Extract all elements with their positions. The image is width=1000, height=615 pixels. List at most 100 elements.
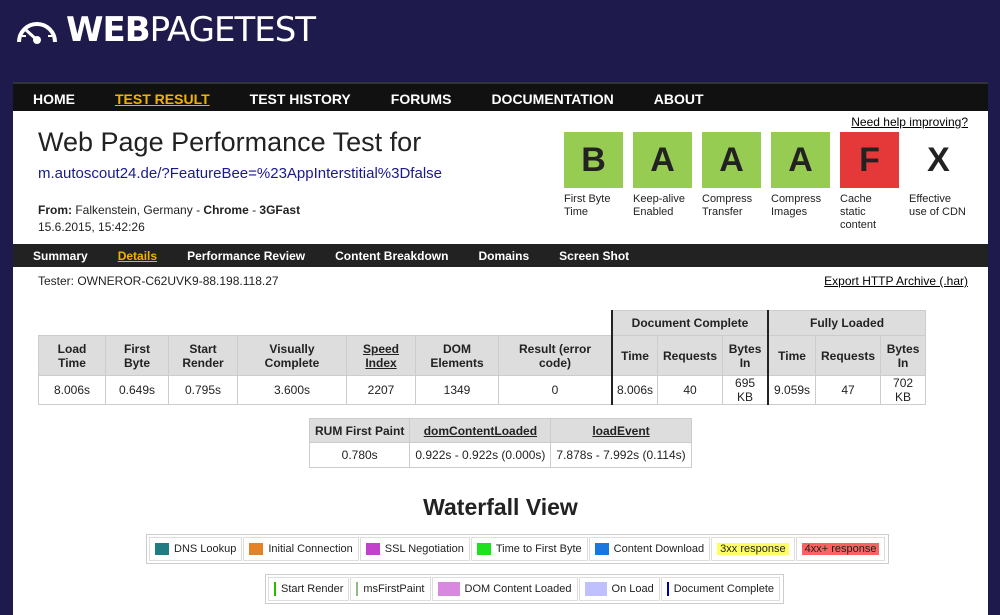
dom-elements-value: 1349 — [415, 375, 499, 405]
legend-label: Time to First Byte — [495, 543, 582, 555]
legend-item: Initial Connection — [243, 537, 359, 561]
speed-index-value: 2207 — [346, 375, 416, 405]
tab-content-breakdown[interactable]: Content Breakdown — [335, 249, 448, 263]
grade-keep-alive[interactable]: A Keep-alive Enabled — [633, 132, 692, 232]
group-fully-loaded: Fully Loaded — [767, 310, 927, 336]
table-row: 0.780s 0.922s - 0.922s (0.000s) 7.878s -… — [308, 442, 692, 468]
ssl-swatch — [365, 543, 380, 555]
waterfall-legend-timing: DNS Lookup Initial Connection SSL Negoti… — [146, 534, 890, 564]
col-dom-elements: DOM Elements — [415, 335, 499, 376]
col-start-render: Start Render — [168, 335, 238, 376]
grade-compress-transfer[interactable]: A Compress Transfer — [702, 132, 761, 232]
legend-item: DOM Content Loaded — [431, 577, 578, 601]
legend-item: msFirstPaint — [350, 577, 431, 601]
rum-first-paint-value: 0.780s — [308, 442, 411, 468]
msfirstpaint-marker — [356, 582, 359, 596]
legend-item: 4xx+ response — [795, 537, 886, 561]
grade-box: X — [909, 132, 968, 188]
sub-nav: Summary Details Performance Review Conte… — [13, 244, 988, 267]
from-label: From: — [38, 203, 72, 217]
first-byte-value: 0.649s — [105, 375, 169, 405]
col-dom-content-loaded[interactable]: domContentLoaded — [409, 418, 552, 443]
grade-cache-static[interactable]: F Cache static content — [840, 132, 899, 232]
col-doc-time: Time — [611, 335, 659, 376]
load-event-value: 7.878s - 7.992s (0.114s) — [550, 442, 692, 468]
tester-info: Tester: OWNEROR-C62UVK9-88.198.118.27 — [38, 274, 279, 288]
content-panel: Need help improving? Web Page Performanc… — [13, 111, 988, 615]
rum-table: RUM First Paint domContentLoaded loadEve… — [308, 418, 692, 468]
dom-loaded-swatch — [437, 582, 460, 596]
grade-first-byte[interactable]: B First Byte Time — [564, 132, 623, 232]
browser: Chrome — [203, 203, 249, 217]
col-result: Result (error code) — [498, 335, 613, 376]
dom-content-loaded-value: 0.922s - 0.922s (0.000s) — [409, 442, 552, 468]
legend-label: SSL Negotiation — [384, 543, 464, 555]
tab-summary[interactable]: Summary — [33, 249, 88, 263]
export-har-link[interactable]: Export HTTP Archive (.har) — [824, 274, 968, 288]
full-time-value: 9.059s — [767, 375, 817, 405]
nav-documentation[interactable]: DOCUMENTATION — [491, 91, 613, 107]
col-visually-complete: Visually Complete — [237, 335, 347, 376]
dom-content-loaded-link[interactable]: domContentLoaded — [424, 424, 537, 438]
grade-box: A — [702, 132, 761, 188]
legend-label-3xx: 3xx response — [717, 543, 789, 555]
webpagetest-logo[interactable]: WEBPAGETEST — [14, 10, 316, 50]
ttfb-swatch — [476, 543, 491, 555]
load-event-link[interactable]: loadEvent — [592, 424, 649, 438]
grade-label: Keep-alive Enabled — [633, 193, 685, 218]
legend-item: Time to First Byte — [470, 537, 588, 561]
grade-list: B First Byte Time A Keep-alive Enabled A Co… — [564, 132, 978, 232]
group-document-complete: Document Complete — [610, 310, 769, 336]
connection: 3GFast — [259, 203, 301, 217]
on-load-swatch — [584, 582, 607, 596]
test-date: 15.6.2015, 15:42:26 — [38, 220, 145, 234]
nav-home[interactable]: HOME — [33, 91, 75, 107]
nav-forums[interactable]: FORUMS — [391, 91, 452, 107]
doc-complete-marker — [666, 582, 669, 596]
doc-time-value: 8.006s — [611, 375, 659, 405]
col-load-event[interactable]: loadEvent — [550, 418, 692, 443]
nav-test-history[interactable]: TEST HISTORY — [250, 91, 351, 107]
tested-url[interactable]: m.autoscout24.de/?FeatureBee=%23AppInter… — [38, 165, 442, 182]
nav-about[interactable]: ABOUT — [654, 91, 704, 107]
start-render-marker — [274, 582, 276, 596]
grade-compress-images[interactable]: A Compress Images — [771, 132, 830, 232]
legend-label: On Load — [611, 583, 654, 595]
from-location: Falkenstein, Germany — [75, 203, 193, 217]
tab-domains[interactable]: Domains — [478, 249, 529, 263]
legend-label-4xx: 4xx+ response — [801, 543, 880, 555]
waterfall-title: Waterfall View — [423, 494, 578, 520]
tab-screen-shot[interactable]: Screen Shot — [559, 249, 629, 263]
tab-performance-review[interactable]: Performance Review — [187, 249, 305, 263]
col-doc-requests: Requests — [657, 335, 724, 376]
test-location: From: Falkenstein, Germany - Chrome - 3G… — [38, 203, 301, 217]
speed-index-link[interactable]: Speed Index — [363, 342, 399, 370]
col-rum-first-paint: RUM First Paint — [308, 418, 411, 443]
doc-requests-value: 40 — [657, 375, 724, 405]
col-speed-index[interactable]: Speed Index — [346, 335, 416, 376]
table-row: 8.006s 0.649s 0.795s 3.600s 2207 1349 0 … — [38, 375, 927, 405]
nav-test-result[interactable]: TEST RESULT — [115, 91, 210, 107]
legend-item: SSL Negotiation — [359, 537, 470, 561]
help-link[interactable]: Need help improving? — [851, 115, 968, 129]
full-requests-value: 47 — [815, 375, 882, 405]
logo-bold: WEB — [66, 10, 151, 50]
tab-details[interactable]: Details — [118, 249, 157, 263]
legend-item: Start Render — [268, 577, 350, 601]
col-full-bytes: Bytes In — [880, 335, 927, 376]
logo-rest: PAGETEST — [149, 10, 316, 50]
visually-complete-value: 3.600s — [237, 375, 347, 405]
legend-item: DNS Lookup — [149, 537, 243, 561]
legend-label: msFirstPaint — [363, 583, 425, 595]
results-table: Document Complete Fully Loaded Load Time… — [38, 310, 927, 405]
legend-label: Document Complete — [673, 583, 774, 595]
download-swatch — [594, 543, 609, 555]
result-code-value: 0 — [498, 375, 613, 405]
grade-label: First Byte Time — [564, 193, 611, 218]
legend-item: Content Download — [588, 537, 711, 561]
grade-box: B — [564, 132, 623, 188]
col-full-time: Time — [767, 335, 817, 376]
grade-cdn[interactable]: X Effective use of CDN — [909, 132, 968, 232]
doc-bytes-value: 695 KB — [722, 375, 769, 405]
grade-box: F — [840, 132, 899, 188]
